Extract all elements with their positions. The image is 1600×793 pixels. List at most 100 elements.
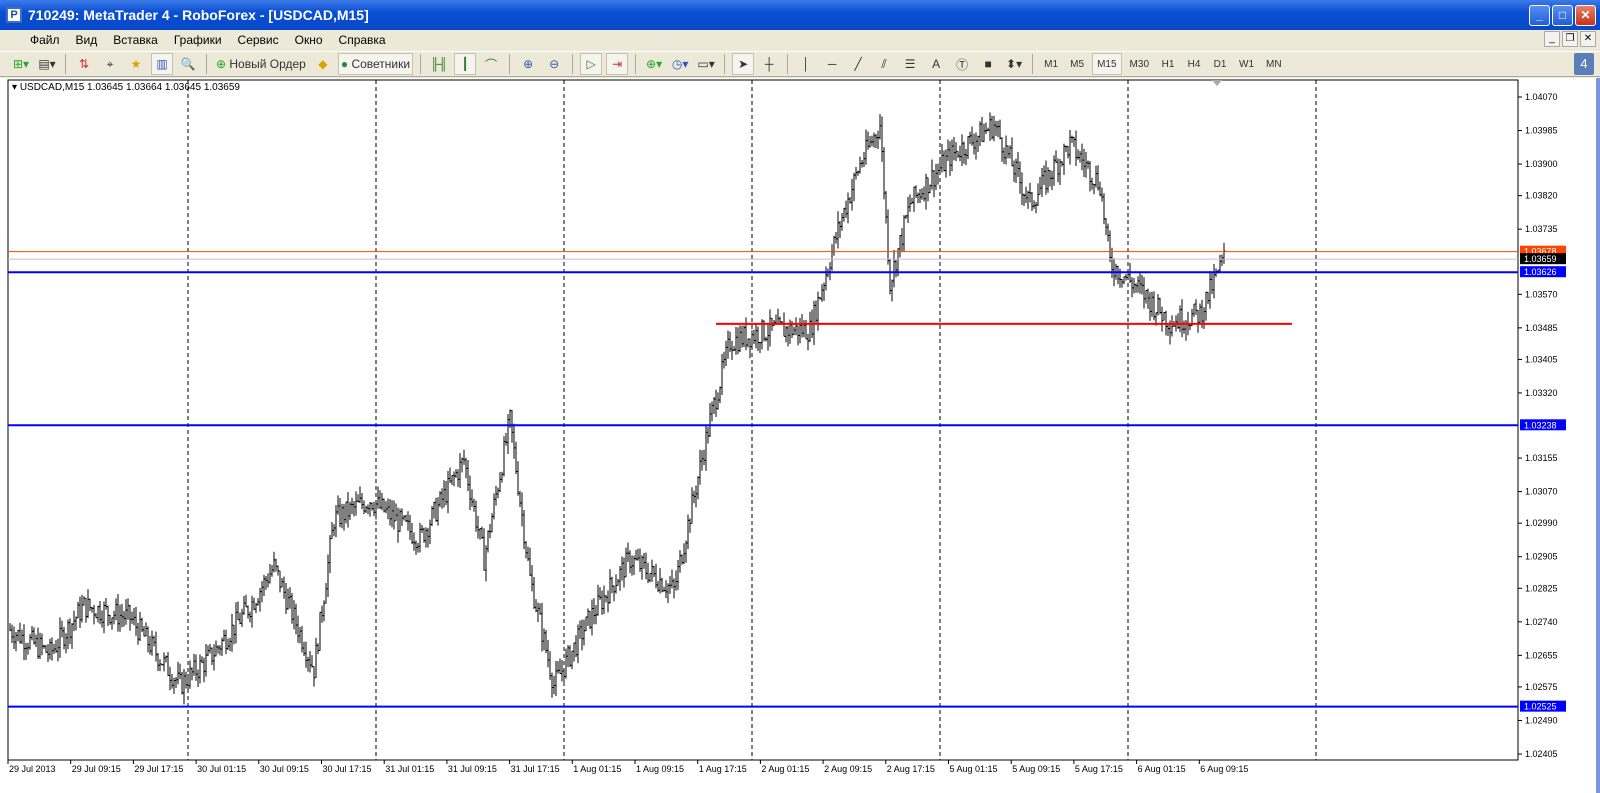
cursor-icon[interactable]: ➤	[732, 53, 755, 75]
auto-scroll-icon[interactable]: ▷	[580, 53, 603, 75]
crosshair-icon[interactable]: ┼	[758, 53, 780, 75]
x-tick-label: 29 Jul 17:15	[134, 764, 183, 774]
equidistant-channel-icon[interactable]: ⫽	[873, 53, 895, 75]
x-tick-label: 29 Jul 09:15	[72, 764, 121, 774]
separator	[635, 54, 637, 74]
profiles-icon[interactable]: ▤▾	[36, 53, 58, 75]
menu-tools[interactable]: Сервис	[238, 33, 279, 47]
y-tick-label: 1.02990	[1525, 518, 1558, 528]
x-tick-label: 30 Jul 01:15	[197, 764, 246, 774]
line-chart-icon[interactable]: ⌒	[480, 53, 502, 75]
candlestick-icon[interactable]: ┃	[454, 53, 477, 75]
chart-ohlc-label: USDCAD,M15 1.03645 1.03664 1.03645 1.036…	[19, 82, 240, 93]
mdi-restore-button[interactable]: ❐	[1562, 31, 1578, 47]
timeframe-h4[interactable]: H4	[1183, 53, 1205, 75]
timeframe-mn[interactable]: MN	[1262, 53, 1286, 75]
x-tick-label: 1 Aug 17:15	[699, 764, 747, 774]
y-tick-label: 1.02825	[1525, 583, 1558, 593]
y-tick-label: 1.02740	[1525, 617, 1558, 627]
indicators-icon[interactable]: ⊕▾	[643, 53, 665, 75]
separator	[1032, 54, 1034, 74]
text-icon[interactable]: A	[925, 53, 947, 75]
price-label-hline: 1.02525	[1524, 702, 1557, 712]
x-tick-label: 1 Aug 01:15	[573, 764, 621, 774]
horizontal-line-icon[interactable]: ─	[821, 53, 843, 75]
menu-view[interactable]: Вид	[76, 33, 98, 47]
separator	[787, 54, 789, 74]
advisors-label: Советники	[351, 57, 411, 71]
chart-info: ▾ USDCAD,M15 1.03645 1.03664 1.03645 1.0…	[12, 82, 240, 93]
y-tick-label: 1.02575	[1525, 682, 1558, 692]
arrows-icon[interactable]: ⬍▾	[1003, 53, 1025, 75]
timeframe-m1[interactable]: M1	[1040, 53, 1062, 75]
market-watch-icon[interactable]: ⇅	[73, 53, 95, 75]
menu-file[interactable]: Файл	[30, 33, 60, 47]
y-tick-label: 1.02490	[1525, 715, 1558, 725]
x-tick-label: 6 Aug 01:15	[1138, 764, 1186, 774]
chart-shift-icon[interactable]: ⇥	[606, 53, 629, 75]
y-tick-label: 1.02905	[1525, 552, 1558, 562]
timeframe-m15[interactable]: M15	[1092, 53, 1122, 75]
x-tick-label: 31 Jul 09:15	[448, 764, 497, 774]
new-order-button[interactable]: ⊕ Новый Ордер	[214, 53, 308, 75]
menu-window[interactable]: Окно	[295, 33, 323, 47]
bar-chart-icon[interactable]: ╟╢	[428, 53, 450, 75]
window-title: 710249: MetaTrader 4 - RoboForex - [USDC…	[28, 7, 369, 23]
y-tick-label: 1.03900	[1525, 159, 1558, 169]
vertical-line-icon[interactable]: │	[795, 53, 817, 75]
separator	[724, 54, 726, 74]
new-chart-icon[interactable]: ⊞▾	[10, 53, 32, 75]
separator	[206, 54, 207, 74]
y-tick-label: 1.03070	[1525, 487, 1558, 497]
templates-icon[interactable]: ▭▾	[695, 53, 717, 75]
timeframe-h1[interactable]: H1	[1157, 53, 1179, 75]
rectangle-icon[interactable]: ■	[977, 53, 999, 75]
x-tick-label: 2 Aug 09:15	[824, 764, 872, 774]
y-tick-label: 1.03570	[1525, 289, 1558, 299]
x-tick-label: 30 Jul 09:15	[260, 764, 309, 774]
x-tick-label: 29 Jul 2013	[9, 764, 56, 774]
strategy-tester-icon[interactable]: 🔍	[177, 53, 199, 75]
warning-icon[interactable]: ◆	[312, 53, 334, 75]
navigator-icon[interactable]: ★	[125, 53, 147, 75]
mdi-close-button[interactable]: ✕	[1580, 31, 1596, 47]
x-tick-label: 30 Jul 17:15	[323, 764, 372, 774]
separator	[509, 54, 511, 74]
y-tick-label: 1.04070	[1525, 92, 1558, 102]
menu-insert[interactable]: Вставка	[113, 33, 158, 47]
timeframe-w1[interactable]: W1	[1235, 53, 1258, 75]
close-button[interactable]: ✕	[1575, 5, 1596, 26]
terminal-icon[interactable]: ▥	[151, 53, 173, 75]
y-tick-label: 1.03485	[1525, 323, 1558, 333]
toolbar: ⊞▾ ▤▾ ⇅ ⌖ ★ ▥ 🔍 ⊕ Новый Ордер ◆ ● Советн…	[0, 51, 1600, 77]
x-tick-label: 31 Jul 01:15	[385, 764, 434, 774]
timeframe-m30[interactable]: M30	[1126, 53, 1153, 75]
periods-icon[interactable]: ◷▾	[669, 53, 691, 75]
expert-advisors-button[interactable]: ● Советники	[337, 53, 414, 75]
fibonacci-icon[interactable]: ☰	[899, 53, 921, 75]
y-tick-label: 1.03155	[1525, 453, 1558, 463]
app-icon: P	[6, 7, 22, 23]
mdi-minimize-button[interactable]: _	[1544, 31, 1560, 47]
text-label-icon[interactable]: Ⓣ	[951, 53, 973, 75]
trendline-icon[interactable]: ╱	[847, 53, 869, 75]
notifications-badge[interactable]: 4	[1574, 53, 1594, 75]
price-chart[interactable]: 1.04070 1.03985 1.03900 1.03820 1.03735 1.035…	[0, 78, 1596, 793]
timeframe-m5[interactable]: M5	[1066, 53, 1088, 75]
x-tick-label: 6 Aug 09:15	[1200, 764, 1248, 774]
zoom-out-icon[interactable]: ⊖	[543, 53, 565, 75]
x-tick-label: 31 Jul 17:15	[511, 764, 560, 774]
maximize-button[interactable]: □	[1552, 5, 1573, 26]
x-tick-label: 5 Aug 17:15	[1075, 764, 1123, 774]
new-order-label: Новый Ордер	[229, 57, 306, 71]
data-window-icon[interactable]: ⌖	[99, 53, 121, 75]
menu-charts[interactable]: Графики	[174, 33, 222, 47]
timeframe-d1[interactable]: D1	[1209, 53, 1231, 75]
y-tick-label: 1.03405	[1525, 354, 1558, 364]
zoom-in-icon[interactable]: ⊕	[517, 53, 539, 75]
menu-help[interactable]: Справка	[339, 33, 386, 47]
x-tick-label: 5 Aug 09:15	[1012, 764, 1060, 774]
price-label-bid: 1.03659	[1524, 254, 1557, 264]
minimize-button[interactable]: _	[1529, 5, 1550, 26]
x-tick-label: 5 Aug 01:15	[950, 764, 998, 774]
